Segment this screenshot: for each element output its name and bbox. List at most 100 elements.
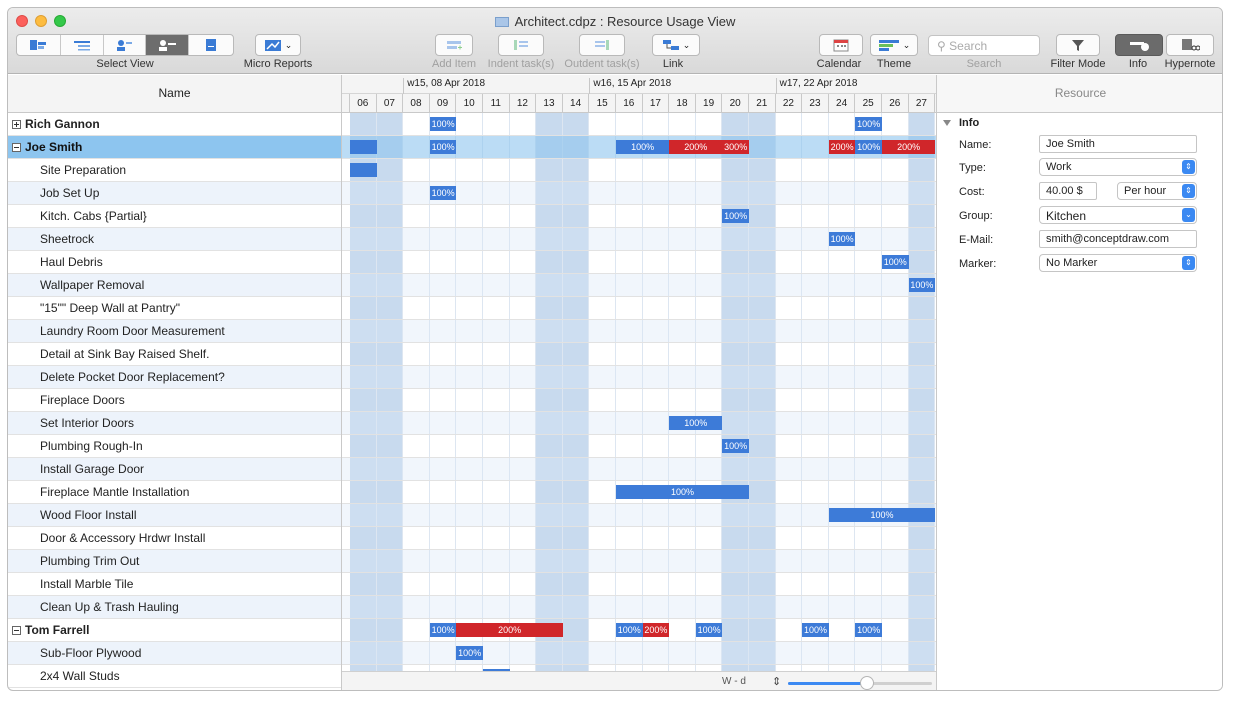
gantt-view-icon[interactable] — [17, 35, 61, 55]
resource-view-icon[interactable] — [104, 35, 146, 55]
task-row[interactable]: Plumbing Rough-In — [8, 435, 341, 458]
day-header-cell: 19 — [696, 94, 723, 113]
info-panel-icon — [1130, 42, 1149, 51]
task-name: Sub-Floor Plywood — [40, 646, 142, 660]
task-row[interactable]: Clean Up & Trash Hauling — [8, 596, 341, 619]
collapse-icon[interactable] — [12, 142, 21, 152]
allocation-bar[interactable]: 100% — [695, 623, 723, 637]
select-view-control — [16, 34, 234, 56]
task-row[interactable]: Install Garage Door — [8, 458, 341, 481]
overallocation-bar[interactable]: 300% — [722, 140, 749, 154]
task-row[interactable]: Set Interior Doors — [8, 412, 341, 435]
calendar-icon — [833, 39, 849, 52]
allocation-bar[interactable]: 100% — [855, 140, 882, 154]
link-button[interactable]: ⌄ — [652, 34, 700, 56]
task-row[interactable]: Wallpaper Removal — [8, 274, 341, 297]
task-name: "15"" Deep Wall at Pantry" — [40, 301, 180, 315]
task-row[interactable]: Fireplace Mantle Installation — [8, 481, 341, 504]
task-name: Install Marble Tile — [40, 577, 134, 591]
allocation-bar[interactable]: 100% — [429, 140, 457, 154]
type-select[interactable]: Work ⇕ — [1039, 158, 1197, 176]
allocation-bar[interactable] — [350, 163, 377, 177]
allocation-bar[interactable]: 100% — [429, 623, 457, 637]
tree-view-icon[interactable] — [61, 35, 105, 55]
resource-row[interactable]: Joe Smith — [8, 136, 341, 159]
expand-icon[interactable] — [12, 119, 21, 129]
filter-mode-button[interactable] — [1056, 34, 1100, 56]
group-combobox[interactable]: Kitchen ⌄ — [1039, 206, 1197, 224]
search-input[interactable]: ⚲ Search — [928, 35, 1040, 56]
allocation-bar[interactable]: 100% — [616, 623, 643, 637]
search-placeholder: Search — [949, 39, 988, 53]
task-row[interactable]: Install Marble Tile — [8, 573, 341, 596]
allocation-bar[interactable]: 100% — [429, 186, 457, 200]
task-row[interactable]: Kitch. Cabs {Partial} — [8, 205, 341, 228]
cost-field-value: 40.00 $ — [1046, 185, 1083, 197]
allocation-bar[interactable]: 100% — [722, 439, 749, 453]
chart-row — [342, 297, 936, 320]
allocation-bar[interactable] — [350, 140, 377, 154]
indent-button[interactable] — [498, 34, 544, 56]
add-item-button[interactable] — [435, 34, 473, 56]
allocation-bar[interactable]: 100% — [908, 278, 936, 292]
task-row[interactable]: Wood Floor Install — [8, 504, 341, 527]
calendar-button[interactable] — [819, 34, 863, 56]
task-row[interactable]: Plumbing Trim Out — [8, 550, 341, 573]
chart-row — [342, 412, 936, 435]
document-view-icon[interactable] — [189, 35, 233, 55]
resource-row[interactable]: Tom Farrell — [8, 619, 341, 642]
cost-unit-select[interactable]: Per hour ⇕ — [1117, 182, 1197, 200]
task-row[interactable]: 2x4 Wall Studs — [8, 665, 341, 688]
overallocation-bar[interactable]: 200% — [828, 140, 856, 154]
theme-button[interactable]: ⌄ — [870, 34, 918, 56]
hypernote-button[interactable] — [1166, 34, 1214, 56]
allocation-bar[interactable]: 100% — [828, 232, 856, 246]
zoom-stepper[interactable]: ⇕ — [772, 675, 781, 688]
resource-usage-view-icon[interactable] — [145, 35, 190, 55]
marker-select[interactable]: No Marker ⇕ — [1039, 254, 1197, 272]
allocation-bar[interactable]: 100% — [722, 209, 749, 223]
info-section-toggle[interactable]: Info — [943, 117, 979, 129]
allocation-bar[interactable]: 100% — [616, 485, 749, 499]
zoom-slider-knob[interactable] — [860, 676, 875, 690]
allocation-bar[interactable]: 100% — [429, 117, 457, 131]
zoom-slider-fill — [788, 682, 868, 685]
day-header-cell: 18 — [669, 94, 696, 113]
allocation-bar[interactable]: 100% — [855, 117, 882, 131]
allocation-bar[interactable]: 100% — [882, 255, 909, 269]
task-name: Plumbing Trim Out — [40, 554, 140, 568]
task-row[interactable]: Haul Debris — [8, 251, 341, 274]
zoom-slider[interactable] — [788, 676, 932, 690]
overallocation-bar[interactable]: 200% — [456, 623, 563, 637]
name-field[interactable]: Joe Smith — [1039, 135, 1197, 153]
task-row[interactable]: Delete Pocket Door Replacement? — [8, 366, 341, 389]
task-row[interactable]: "15"" Deep Wall at Pantry" — [8, 297, 341, 320]
email-field[interactable]: smith@conceptdraw.com — [1039, 230, 1197, 248]
allocation-bar[interactable]: 100% — [669, 416, 723, 430]
micro-reports-button[interactable]: ⌄ — [255, 34, 301, 56]
task-row[interactable]: Job Set Up — [8, 182, 341, 205]
task-row[interactable]: Detail at Sink Bay Raised Shelf. — [8, 343, 341, 366]
task-row[interactable]: Fireplace Doors — [8, 389, 341, 412]
allocation-bar[interactable]: 100% — [855, 623, 882, 637]
overallocation-bar[interactable]: 200% — [669, 140, 723, 154]
type-field-label: Type: — [959, 162, 986, 174]
info-button[interactable] — [1115, 34, 1163, 56]
name-column-header[interactable]: Name — [8, 75, 342, 113]
task-row[interactable]: Laundry Room Door Measurement — [8, 320, 341, 343]
task-row[interactable]: Sheetrock — [8, 228, 341, 251]
allocation-bar[interactable]: 100% — [828, 508, 936, 522]
collapse-icon[interactable] — [12, 625, 21, 635]
resource-row[interactable]: Rich Gannon — [8, 113, 341, 136]
task-row[interactable]: Sub-Floor Plywood — [8, 642, 341, 665]
outdent-button[interactable] — [579, 34, 625, 56]
task-row[interactable]: Door & Accessory Hrdwr Install — [8, 527, 341, 550]
allocation-bar[interactable]: 100% — [456, 646, 483, 660]
cost-field[interactable]: 40.00 $ — [1039, 182, 1097, 200]
allocation-bar[interactable]: 100% — [802, 623, 829, 637]
overallocation-bar[interactable]: 200% — [882, 140, 936, 154]
allocation-bar[interactable]: 100% — [616, 140, 670, 154]
overallocation-bar[interactable]: 200% — [642, 623, 670, 637]
task-row[interactable]: Site Preparation — [8, 159, 341, 182]
chart-row — [342, 366, 936, 389]
